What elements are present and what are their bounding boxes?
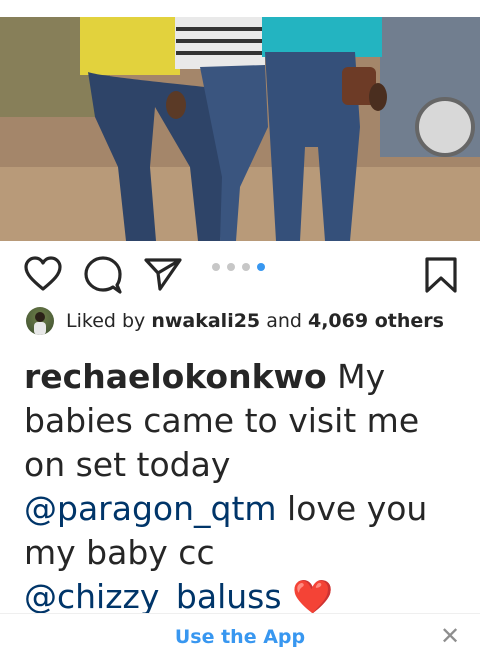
liked-by-prefix: Liked by xyxy=(66,310,152,332)
top-strip xyxy=(0,0,480,17)
carousel-dot xyxy=(212,263,220,271)
caption-mention[interactable]: @paragon_qtm xyxy=(24,489,277,528)
use-app-banner: Use the App ✕ xyxy=(0,613,480,652)
photo-illustration xyxy=(0,17,480,241)
likes-text: Liked by nwakali25 and 4,069 others xyxy=(66,307,444,335)
likes-row[interactable]: Liked by nwakali25 and 4,069 others xyxy=(26,307,444,335)
avatar[interactable] xyxy=(26,307,54,335)
paper-plane-icon[interactable] xyxy=(144,257,182,291)
post-caption: rechaelokonkwo My babies came to visit m… xyxy=(24,355,464,619)
carousel-dot xyxy=(242,263,250,271)
use-the-app-link[interactable]: Use the App xyxy=(0,614,480,660)
comment-bubble-icon[interactable] xyxy=(84,256,122,294)
heart-emoji-icon: ❤️ xyxy=(292,577,334,616)
heart-outline-icon[interactable] xyxy=(24,256,62,292)
post-photo[interactable] xyxy=(0,17,480,241)
caption-username[interactable]: rechaelokonkwo xyxy=(24,357,327,396)
carousel-dot-active xyxy=(257,263,265,271)
action-bar xyxy=(0,248,480,304)
bookmark-outline-icon[interactable] xyxy=(424,256,458,294)
close-icon[interactable]: ✕ xyxy=(438,624,462,648)
caption-mention[interactable]: @chizzy_baluss xyxy=(24,577,282,616)
avatar-image xyxy=(34,312,46,335)
liked-by-count[interactable]: 4,069 others xyxy=(308,310,444,332)
carousel-dot xyxy=(227,263,235,271)
liked-by-and: and xyxy=(260,310,308,332)
liked-by-user[interactable]: nwakali25 xyxy=(151,310,260,332)
